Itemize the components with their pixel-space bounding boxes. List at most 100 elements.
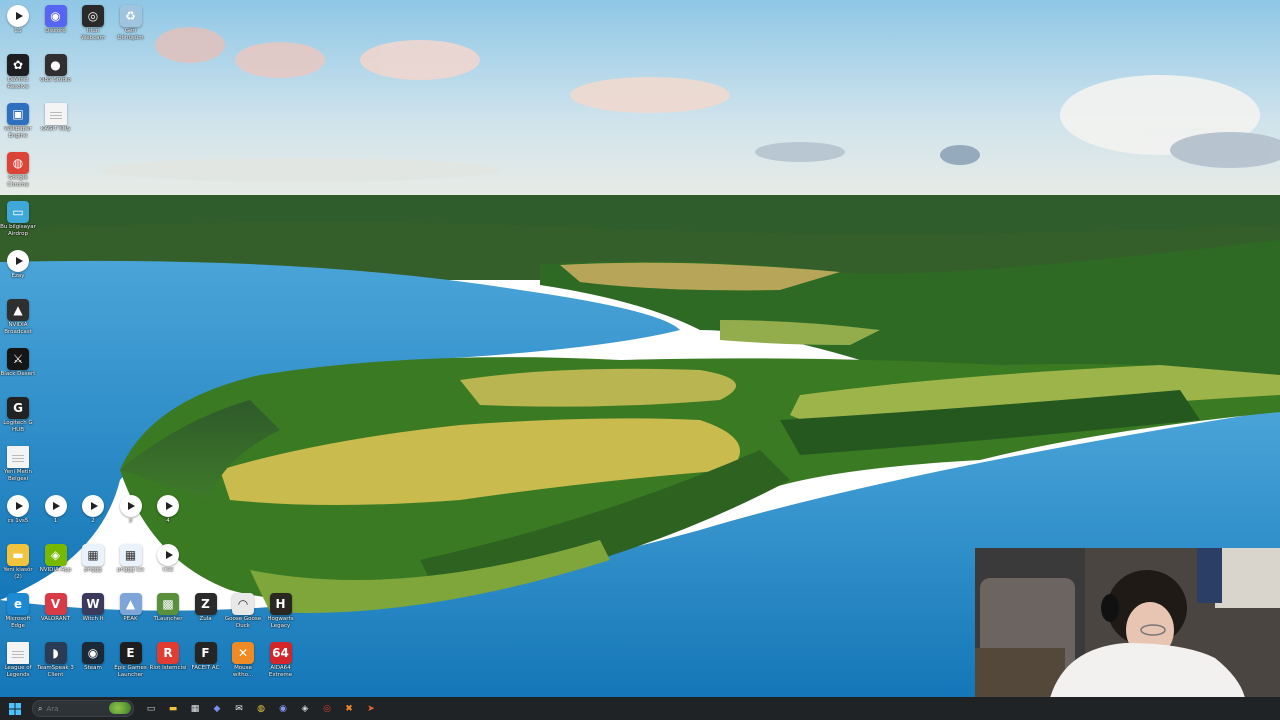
ezay-icon: [7, 250, 29, 272]
desktop-icon-riot[interactable]: R Riot İstemcisi: [148, 640, 188, 688]
cs-two-icon: [7, 495, 29, 517]
desktop-icon-teamspeak[interactable]: ◗ TeamSpeak 3 Client: [36, 640, 76, 688]
desktop-icon-label: TeamSpeak 3 Client: [37, 665, 74, 678]
desktop-icon-yeni-metin[interactable]: Yeni Metin Belgesi: [0, 444, 38, 492]
yeni-metin-icon: [7, 446, 29, 468]
discord-icon: ◉: [44, 5, 67, 27]
desktop-icon-pnggg2[interactable]: ▦ pnggg (2): [111, 542, 151, 590]
desktop-icon-epic[interactable]: E Epic Games Launcher: [111, 640, 151, 688]
lol-icon: [7, 642, 29, 664]
file-explorer-icon[interactable]: ▬: [164, 700, 182, 718]
task-view-icon[interactable]: ▭: [142, 700, 160, 718]
mail-icon[interactable]: ✉: [230, 700, 248, 718]
chrome-icon: ◍: [7, 152, 29, 174]
witchit-icon: W: [82, 593, 104, 615]
desktop-icon-label: Discord: [45, 28, 66, 34]
desktop-icon-goose[interactable]: ◠ Goose Goose Duck: [223, 591, 263, 639]
wallpaper-icon: ▣: [7, 103, 29, 125]
desktop-icon-label: DaVinci Resolve: [7, 77, 29, 90]
desktop-icon-label: cs 1vs5: [7, 518, 29, 524]
steam-icon[interactable]: ◈: [296, 700, 314, 718]
desktop-icon-nvidia-app[interactable]: ◈ NVIDIA App: [36, 542, 76, 590]
obs-icon: ●: [44, 54, 67, 76]
desktop-icon-zula[interactable]: Z Zula: [186, 591, 226, 639]
riot-icon: R: [157, 642, 179, 664]
desktop-icon-v4[interactable]: 4: [148, 493, 188, 541]
desktop-icon-v1[interactable]: 1: [36, 493, 76, 541]
start-button[interactable]: [6, 700, 24, 718]
desktop-icon-davinci[interactable]: ✿ DaVinci Resolve: [0, 52, 38, 100]
desktop-icon-v2[interactable]: 2: [73, 493, 113, 541]
desktop-icon-mouse[interactable]: ✕ Mouse witho...: [223, 640, 263, 688]
faceit-icon[interactable]: ✖: [340, 700, 358, 718]
desktop-icon-v3[interactable]: 3: [111, 493, 151, 541]
desktop-icon-chrome[interactable]: ◍ Google Chrome: [0, 150, 38, 198]
zula-icon: Z: [194, 593, 217, 615]
desktop-icon-cs[interactable]: CS: [0, 3, 38, 51]
desktop-icon-faceit[interactable]: F FACEIT AC: [186, 640, 226, 688]
desktop-icon-cs2[interactable]: CS2: [148, 542, 188, 590]
arrow-icon[interactable]: ➤: [362, 700, 380, 718]
desktop-icon-label: Geri Dönüşüm: [117, 28, 144, 41]
desktop-icon-label: FACEIT AC: [191, 665, 220, 671]
desktop-icon-edge[interactable]: e Microsoft Edge: [0, 591, 38, 639]
cs2-icon: [157, 544, 179, 566]
desktop-icon-label: Mouse witho...: [232, 665, 254, 678]
desktop-icon-peak[interactable]: ▲ PEAK: [111, 591, 151, 639]
pnggg-icon: ▦: [82, 544, 104, 566]
desktop-icon-label: KAĞIT KUŞ: [40, 126, 71, 132]
v2-icon: [82, 495, 104, 517]
chrome-icon[interactable]: ◍: [252, 700, 270, 718]
desktop-icon-kagit[interactable]: KAĞIT KUŞ: [36, 101, 76, 149]
search-input[interactable]: [46, 704, 107, 713]
desktop: CS ◉ Discord ◎ Iriun Webcam ♻ Geri Dönüşüm ✿ DaV…: [0, 0, 1280, 697]
desktop-icon-pnggg[interactable]: ▦ pnggg: [73, 542, 113, 590]
store-icon[interactable]: ▦: [186, 700, 204, 718]
desktop-icon-valorant[interactable]: V VALORANT: [36, 591, 76, 639]
desktop-icon-black-desert[interactable]: ⚔ Black Desert: [0, 346, 38, 394]
desktop-icon-thispc[interactable]: ▭ Bu bilgisayar Airdrop: [0, 199, 38, 247]
search-icon: ⌕: [38, 703, 43, 713]
taskbar-search[interactable]: ⌕: [32, 700, 134, 717]
desktop-icon-label: Logitech G HUB: [3, 420, 33, 433]
desktop-icon-label: CS2: [162, 567, 174, 573]
desktop-icon-aida64[interactable]: 64 AIDA64 Extreme: [261, 640, 301, 688]
desktop-icon-tlauncher[interactable]: ▩ TLauncher: [148, 591, 188, 639]
desktop-icon-yeni-klasor[interactable]: ▬ Yeni klasör (2): [0, 542, 38, 590]
desktop-icon-logitech[interactable]: G Logitech G HUB: [0, 395, 38, 443]
riot-icon[interactable]: ◎: [318, 700, 336, 718]
desktop-icon-label: Steam: [84, 665, 102, 671]
desktop-icon-obs[interactable]: ● OBS Studio: [36, 52, 76, 100]
desktop-icon-label: Zula: [199, 616, 212, 622]
copilot-icon[interactable]: ◆: [208, 700, 226, 718]
desktop-icon-discord[interactable]: ◉ Discord: [36, 3, 76, 51]
desktop-icon-label: Iriun Webcam: [81, 28, 105, 41]
desktop-icon-wallpaper[interactable]: ▣ Wallpaper Engine: [0, 101, 38, 149]
desktop-icon-witchit[interactable]: W Witch It: [73, 591, 113, 639]
faceit-icon: F: [194, 642, 217, 664]
desktop-icon-label: 1: [53, 518, 58, 524]
search-highlight-icon: [109, 702, 131, 714]
desktop-icon-label: CS: [14, 28, 22, 34]
desktop-icon-hogwarts[interactable]: H Hogwarts Legacy: [261, 591, 301, 639]
desktop-icon-label: AIDA64 Extreme: [268, 665, 293, 678]
desktop-icon-steam[interactable]: ◉ Steam: [73, 640, 113, 688]
desktop-icon-lol[interactable]: League of Legends: [0, 640, 38, 688]
discord-icon[interactable]: ◉: [274, 700, 292, 718]
pnggg2-icon: ▦: [119, 544, 142, 566]
teamspeak-icon: ◗: [44, 642, 67, 664]
desktop-icon-iriun[interactable]: ◎ Iriun Webcam: [73, 3, 113, 51]
desktop-icon-label: Riot İstemcisi: [149, 665, 187, 671]
desktop-icon-recycle[interactable]: ♻ Geri Dönüşüm: [111, 3, 151, 51]
desktop-icon-cs-two[interactable]: cs 1vs5: [0, 493, 38, 541]
desktop-icon-label: Witch It: [82, 616, 104, 622]
desktop-icon-nvidia-broadcast[interactable]: ▲ NVIDIA Broadcast: [0, 297, 38, 345]
desktop-icon-ezay[interactable]: Ezay: [0, 248, 38, 296]
mouse-icon: ✕: [232, 642, 254, 664]
desktop-icon-label: Yeni Metin Belgesi: [3, 469, 33, 482]
yeni-klasor-icon: ▬: [7, 544, 29, 566]
nvidia-app-icon: ◈: [44, 544, 67, 566]
desktop-icon-label: NVIDIA Broadcast: [4, 322, 32, 335]
desktop-icon-label: Google Chrome: [7, 175, 29, 188]
desktop-icon-label: OBS Studio: [40, 77, 71, 83]
